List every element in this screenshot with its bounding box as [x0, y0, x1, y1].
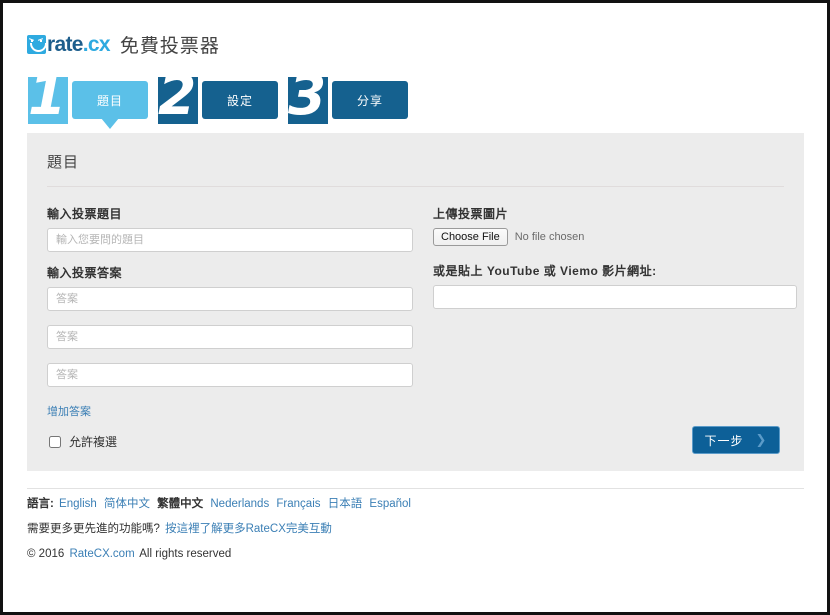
- language-row: 語言: English 简体中文 繁體中文 Nederlands Françai…: [27, 498, 807, 512]
- language-link-simplified-chinese[interactable]: 简体中文: [104, 498, 150, 510]
- page-canvas: rate .cx 免費投票器 1 題目 2 設定 3 分享 題目 輸入投票題目 …: [3, 3, 827, 612]
- page-title: 免費投票器: [119, 36, 220, 57]
- step-1-label: 題目: [96, 93, 123, 108]
- promo-row: 需要更多更先進的功能嗎? 按這裡了解更多RateCX完美互動: [27, 523, 807, 537]
- question-input[interactable]: [47, 228, 413, 252]
- language-link-japanese[interactable]: 日本語: [328, 498, 363, 510]
- step-2-label-box[interactable]: 設定: [202, 81, 278, 119]
- answer-input-3[interactable]: [47, 363, 413, 387]
- language-current-traditional-chinese[interactable]: 繁體中文: [157, 498, 203, 510]
- chevron-right-icon: ❯: [755, 432, 768, 447]
- panel-heading: 題目: [47, 154, 80, 171]
- language-label: 語言:: [27, 498, 54, 510]
- step-2-number-box: 2: [158, 77, 198, 124]
- step-3-label-box[interactable]: 分享: [332, 81, 408, 119]
- copyright-suffix: All rights reserved: [139, 547, 232, 560]
- site-header: rate .cx 免費投票器: [27, 31, 220, 58]
- step-3-number: 3: [288, 77, 326, 124]
- language-link-espanol[interactable]: Español: [369, 498, 411, 510]
- smiley-square-icon: [27, 35, 47, 54]
- step-1-label-box[interactable]: 題目: [72, 81, 148, 129]
- language-link-nederlands[interactable]: Nederlands: [210, 498, 269, 510]
- add-answer-link[interactable]: 增加答案: [47, 403, 91, 419]
- language-link-english[interactable]: English: [59, 498, 97, 510]
- form-panel: 題目 輸入投票題目 輸入投票答案 增加答案 允許複選 上傳投票圖片 Cho: [27, 133, 804, 471]
- step-2[interactable]: 2 設定: [158, 77, 278, 124]
- logo-text-primary: rate: [47, 33, 83, 56]
- answer-input-2[interactable]: [47, 325, 413, 349]
- video-url-label: 或是貼上 YouTube 或 Viemo 影片網址:: [433, 264, 657, 278]
- step-2-label: 設定: [226, 93, 253, 108]
- panel-columns: 輸入投票題目 輸入投票答案 增加答案 允許複選 上傳投票圖片 Choose Fi…: [47, 205, 797, 450]
- copyright-link[interactable]: RateCX.com: [69, 548, 134, 560]
- step-3[interactable]: 3 分享: [288, 77, 408, 124]
- copyright-row: © 2016 RateCX.com All rights reserved: [27, 548, 807, 562]
- answers-label: 輸入投票答案: [47, 266, 123, 280]
- step-1-number-box: 1: [28, 77, 68, 124]
- step-2-number: 2: [158, 77, 196, 124]
- step-3-number-box: 3: [288, 77, 328, 124]
- site-footer: 語言: English 简体中文 繁體中文 Nederlands Françai…: [27, 498, 807, 572]
- video-url-input[interactable]: [433, 285, 797, 309]
- footer-divider: [27, 488, 804, 489]
- next-step-button[interactable]: 下一步 ❯: [692, 426, 780, 454]
- multi-select-label: 允許複選: [69, 435, 118, 449]
- language-link-francais[interactable]: Français: [276, 498, 320, 510]
- multi-select-row[interactable]: 允許複選: [47, 433, 413, 450]
- upload-label: 上傳投票圖片: [433, 207, 509, 221]
- step-nav: 1 題目 2 設定 3 分享: [28, 77, 418, 129]
- copyright-prefix: © 2016: [27, 547, 65, 560]
- step-1[interactable]: 1 題目: [28, 77, 148, 129]
- logo-text-suffix: .cx: [82, 33, 111, 56]
- promo-text: 需要更多更先進的功能嗎?: [27, 522, 160, 535]
- question-label: 輸入投票題目: [47, 207, 123, 221]
- file-input-row[interactable]: Choose File No file chosen: [433, 228, 797, 246]
- multi-select-checkbox[interactable]: [49, 435, 61, 448]
- file-status-text: No file chosen: [514, 231, 585, 243]
- answer-input-1[interactable]: [47, 287, 413, 311]
- step-1-number: 1: [28, 77, 66, 124]
- next-step-label: 下一步: [704, 433, 744, 448]
- page-frame: rate .cx 免費投票器 1 題目 2 設定 3 分享 題目 輸入投票題目 …: [0, 0, 830, 615]
- panel-right-column: 上傳投票圖片 Choose File No file chosen 或是貼上 Y…: [433, 205, 797, 450]
- step-3-label: 分享: [356, 93, 383, 108]
- promo-link[interactable]: 按這裡了解更多RateCX完美互動: [165, 523, 332, 535]
- panel-left-column: 輸入投票題目 輸入投票答案 增加答案 允許複選: [47, 205, 413, 450]
- panel-divider: [47, 186, 784, 187]
- choose-file-button[interactable]: Choose File: [433, 228, 508, 246]
